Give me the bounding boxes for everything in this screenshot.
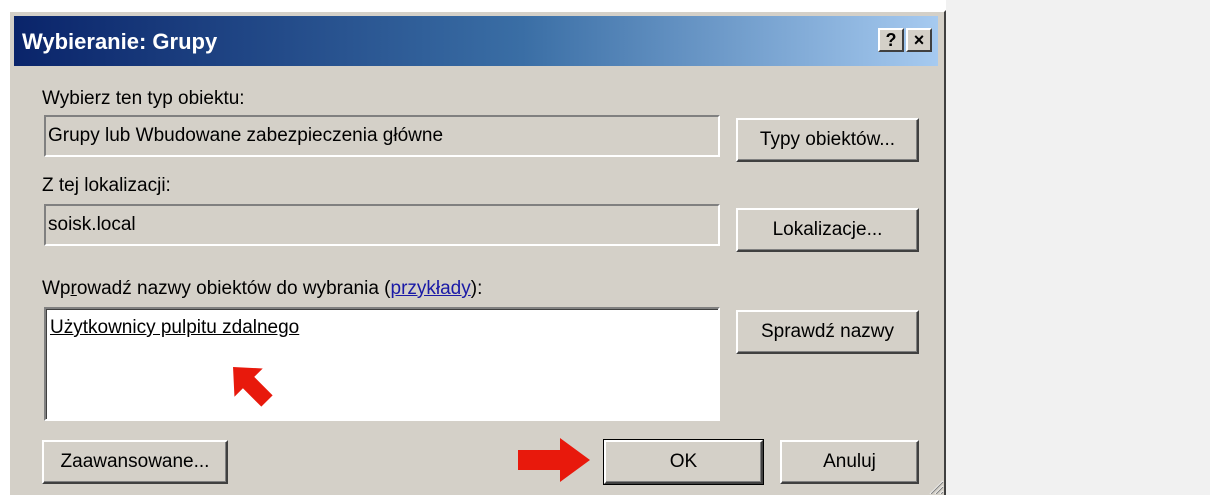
examples-link[interactable]: przykłady [391, 278, 471, 299]
names-label: Wprowadź nazwy obiektów do wybrania (prz… [42, 278, 482, 300]
help-icon: ? [885, 30, 897, 50]
entered-name: Użytkownicy pulpitu zdalnego [50, 317, 300, 338]
close-icon: × [913, 30, 925, 50]
object-types-button[interactable]: Typy obiektów... [736, 118, 919, 162]
select-groups-dialog: Wybieranie: Grupy ? × Wybierz ten typ ob… [8, 10, 946, 495]
ok-button[interactable]: OK [603, 439, 764, 485]
object-names-input[interactable]: Użytkownicy pulpitu zdalnego [44, 307, 720, 421]
cancel-button[interactable]: Anuluj [780, 440, 919, 484]
dialog-title: Wybieranie: Grupy [22, 29, 218, 54]
object-type-field: Grupy lub Wbudowane zabezpieczenia główn… [44, 115, 720, 157]
background-panel [946, 0, 1210, 495]
check-names-button[interactable]: Sprawdź nazwy [736, 310, 919, 354]
help-button[interactable]: ? [878, 28, 904, 52]
red-arrow-right-icon [518, 438, 590, 482]
title-bar: Wybieranie: Grupy ? × [14, 16, 938, 66]
close-button[interactable]: × [906, 28, 932, 52]
object-type-label: Wybierz ten typ obiektu: [42, 88, 245, 109]
resize-grip-icon[interactable] [928, 480, 944, 494]
red-arrow-up-icon [233, 367, 273, 407]
names-label-part: owadź nazwy obiektów do wybrania ( [76, 278, 391, 299]
locations-button[interactable]: Lokalizacje... [736, 208, 919, 252]
location-label: Z tej lokalizacji: [42, 175, 171, 196]
names-label-part: ): [470, 278, 483, 299]
location-field: soisk.local [44, 204, 720, 246]
names-label-part: Wp [42, 278, 71, 299]
advanced-button[interactable]: Zaawansowane... [42, 440, 228, 484]
